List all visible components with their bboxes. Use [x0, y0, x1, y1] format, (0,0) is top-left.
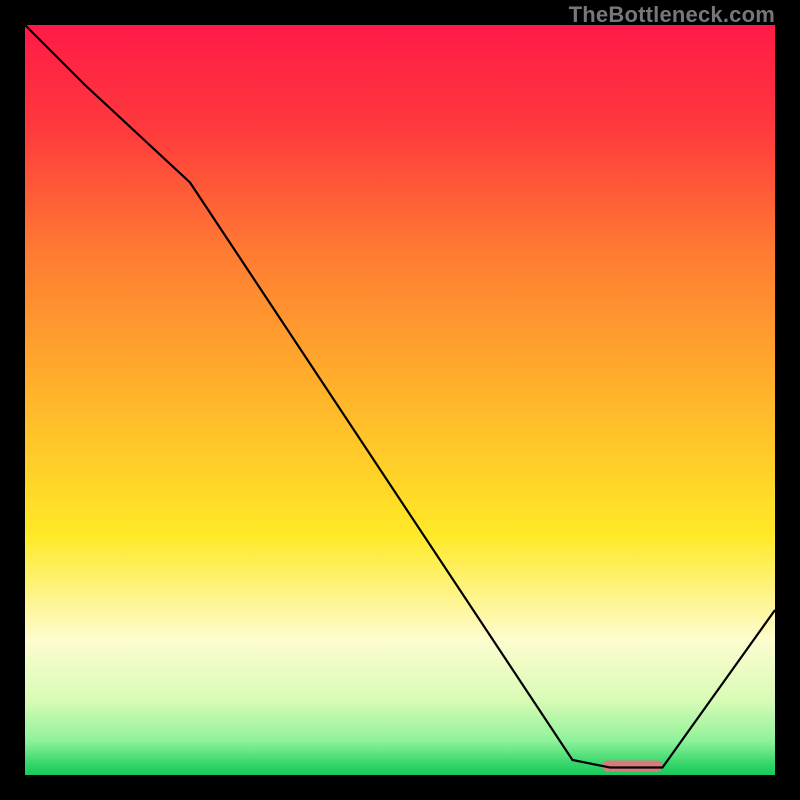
gradient-background: [25, 25, 775, 775]
chart-frame: TheBottleneck.com: [0, 0, 800, 800]
chart-svg: [25, 25, 775, 775]
optimal-range-marker: [603, 761, 663, 772]
plot-area: [25, 25, 775, 775]
